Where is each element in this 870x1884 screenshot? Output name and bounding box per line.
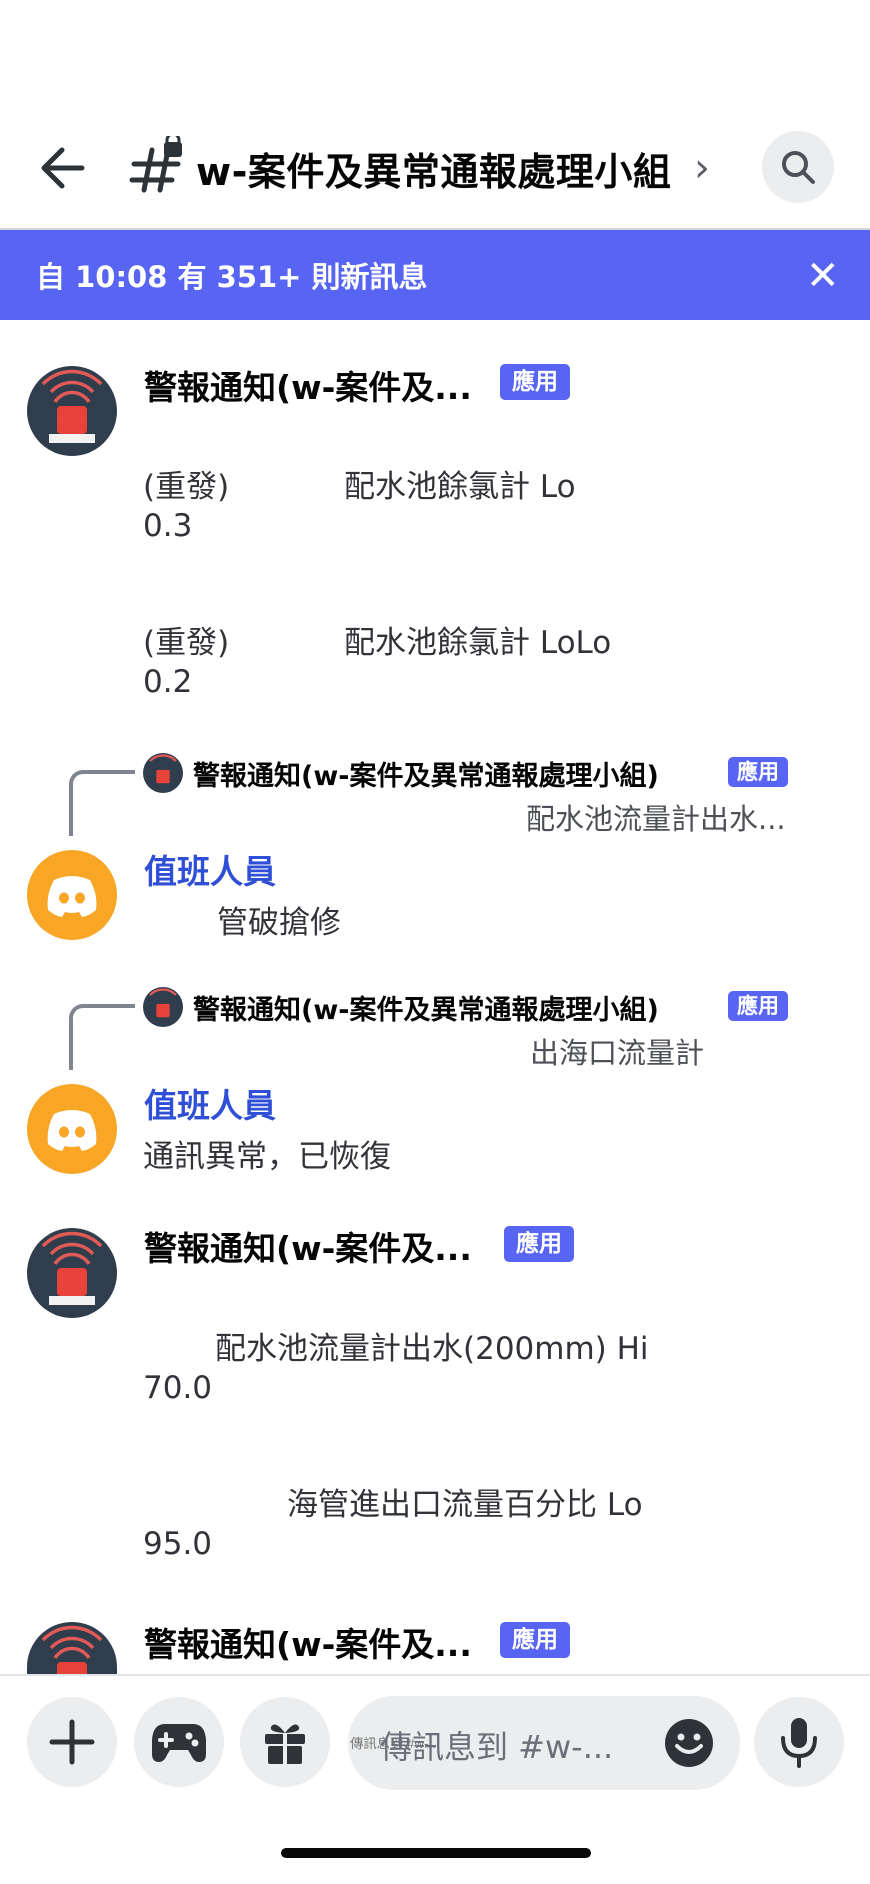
message-text: 海管進出口流量百分比 Lo bbox=[287, 1487, 643, 1523]
message-author[interactable]: 值班人員 bbox=[144, 845, 276, 893]
search-icon bbox=[782, 151, 815, 184]
message-text: 配水池餘氯計 Lo bbox=[344, 469, 576, 505]
microphone-icon bbox=[781, 1718, 817, 1768]
message-text: 配水池餘氯計 LoLo bbox=[344, 625, 612, 661]
alarm-light-icon bbox=[41, 1231, 103, 1305]
message-text: 0.2 bbox=[143, 664, 193, 700]
reply-preview[interactable]: 配水池流量計出水... bbox=[526, 796, 786, 838]
activities-button[interactable] bbox=[134, 1697, 224, 1787]
reply-author[interactable]: 警報通知(w-案件及異常通報處理小組) bbox=[193, 754, 659, 793]
message-author[interactable]: 警報通知(w-案件及... bbox=[144, 1222, 472, 1270]
voice-message-button[interactable] bbox=[754, 1697, 844, 1787]
message-text: (重發) bbox=[143, 625, 230, 661]
locked-hash-icon bbox=[129, 136, 182, 193]
channel-title[interactable]: w-案件及異常通報處理小組 bbox=[196, 141, 671, 196]
alarm-light-icon bbox=[149, 754, 177, 784]
message-text: 0.3 bbox=[143, 508, 193, 544]
close-icon[interactable]: ✕ bbox=[806, 256, 840, 296]
avatar[interactable] bbox=[27, 1228, 117, 1318]
reply-connector bbox=[69, 770, 135, 836]
avatar[interactable] bbox=[27, 850, 117, 940]
message-author[interactable]: 警報通知(w-案件及... bbox=[144, 361, 472, 409]
emoji-icon[interactable] bbox=[664, 1718, 714, 1768]
avatar[interactable] bbox=[27, 1084, 117, 1174]
gamepad-icon bbox=[152, 1724, 206, 1762]
arrow-left-icon[interactable] bbox=[36, 140, 92, 196]
message-text: 配水池流量計出水(200mm) Hi bbox=[215, 1331, 649, 1367]
app-badge: 應用 bbox=[504, 1226, 574, 1262]
message-text: 70.0 bbox=[143, 1370, 213, 1406]
reply-connector bbox=[69, 1004, 135, 1070]
message-author[interactable]: 警報通知(w-案件及... bbox=[144, 1618, 472, 1666]
avatar[interactable] bbox=[27, 1622, 117, 1674]
message-text: 95.0 bbox=[143, 1526, 213, 1562]
plus-icon bbox=[49, 1719, 95, 1765]
reply-avatar bbox=[143, 753, 183, 793]
avatar[interactable] bbox=[27, 366, 117, 456]
message-text: 管破搶修 bbox=[217, 905, 341, 941]
discord-logo-icon bbox=[47, 876, 97, 917]
new-messages-text: 自 10:08 有 351+ 則新訊息 bbox=[36, 260, 428, 294]
add-button[interactable] bbox=[27, 1697, 117, 1787]
app-badge: 應用 bbox=[500, 1622, 570, 1658]
message-text: 通訊異常，已恢復 bbox=[143, 1139, 391, 1175]
app-badge: 應用 bbox=[728, 991, 788, 1021]
app-badge: 應用 bbox=[728, 757, 788, 787]
discord-logo-icon bbox=[47, 1110, 97, 1151]
alarm-light-icon bbox=[41, 369, 103, 443]
message-author[interactable]: 值班人員 bbox=[144, 1079, 276, 1127]
app-badge: 應用 bbox=[500, 364, 570, 400]
search-button[interactable] bbox=[762, 131, 834, 203]
reply-preview[interactable]: 出海口流量計 bbox=[530, 1030, 704, 1072]
reply-avatar bbox=[143, 987, 183, 1027]
chevron-right-icon[interactable]: › bbox=[694, 145, 710, 191]
message-text: (重發) bbox=[143, 469, 230, 505]
message-input-placeholder: 傳訊息到 #w-... bbox=[380, 1728, 614, 1766]
gift-button[interactable] bbox=[240, 1697, 330, 1787]
alarm-light-icon bbox=[41, 1625, 103, 1674]
reply-author[interactable]: 警報通知(w-案件及異常通報處理小組) bbox=[193, 988, 659, 1027]
gift-icon bbox=[265, 1724, 305, 1764]
alarm-light-icon bbox=[149, 988, 177, 1018]
home-indicator[interactable] bbox=[281, 1848, 591, 1858]
